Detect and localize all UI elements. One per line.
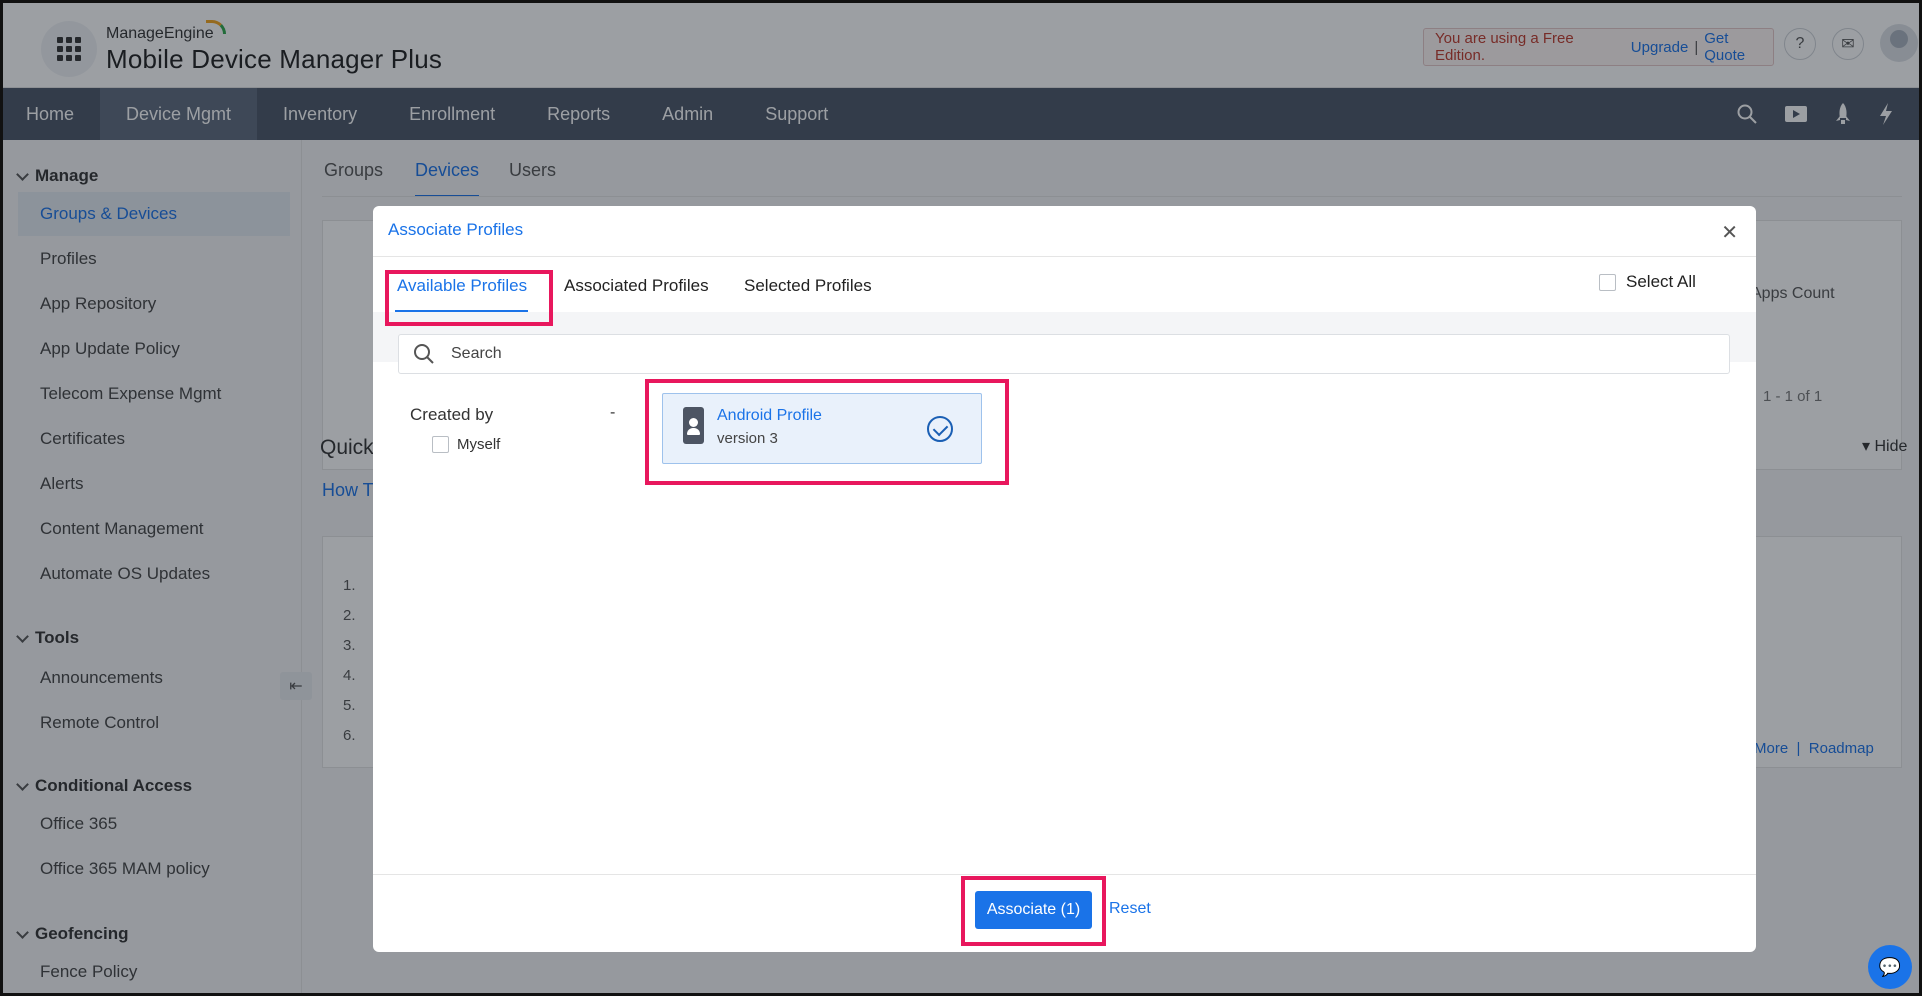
tab-selected-profiles[interactable]: Selected Profiles [744,276,872,296]
modal-divider [373,256,1756,257]
filter-dash: - [610,404,616,421]
myself-label: Myself [457,436,501,453]
select-all-box[interactable] [1599,273,1616,291]
search-icon [414,344,434,364]
reset-link[interactable]: Reset [1109,900,1151,918]
profile-card-android[interactable]: Android Profile version 3 [662,393,982,464]
profile-version: version 3 [717,430,778,447]
select-all-checkbox[interactable]: Select All [1599,272,1696,292]
myself-filter[interactable]: Myself [432,436,500,453]
check-circle-icon[interactable] [927,416,953,442]
close-icon[interactable]: ✕ [1721,220,1738,245]
chat-icon[interactable]: 💬 [1868,945,1912,989]
modal-title: Associate Profiles [388,220,524,239]
search-field[interactable] [398,334,1730,374]
mobile-device-icon [683,407,704,444]
footer-divider [373,874,1756,875]
search-input[interactable] [449,344,1649,364]
tab-available-profiles[interactable]: Available Profiles [397,276,527,296]
created-by-label: Created by [410,405,494,424]
tab-associated-profiles[interactable]: Associated Profiles [564,276,709,296]
associate-profiles-modal: Associate Profiles ✕ Available Profiles … [373,206,1756,952]
profile-name: Android Profile [717,407,822,424]
associate-button[interactable]: Associate (1) [975,891,1092,929]
select-all-label: Select All [1626,272,1696,291]
myself-checkbox[interactable] [432,436,449,453]
